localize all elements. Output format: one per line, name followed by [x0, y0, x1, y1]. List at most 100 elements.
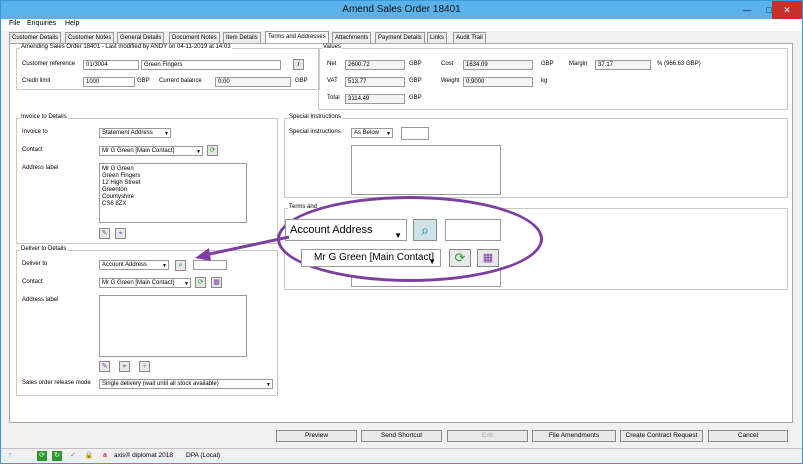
- header-info: Amending Sales Order 18401 - Last modifi…: [20, 44, 232, 50]
- info-icon[interactable]: i: [293, 59, 304, 70]
- customer-name-input[interactable]: Green Fingers: [141, 60, 281, 70]
- tab-attachments[interactable]: Attachments: [332, 32, 372, 43]
- address-line: CS6 8ZX: [102, 201, 127, 207]
- tab-general-details[interactable]: General Details: [117, 32, 165, 43]
- cost-currency: GBP: [541, 61, 554, 67]
- lock-icon[interactable]: 🔒: [84, 451, 94, 461]
- create-contract-request-button[interactable]: Create Contract Request: [620, 430, 703, 442]
- vat-label: VAT: [327, 78, 338, 84]
- callout-search-icon[interactable]: ⌕: [413, 219, 437, 241]
- scrollbar[interactable]: [794, 43, 801, 423]
- special-instructions-value: As Below: [354, 130, 380, 136]
- header-group: Amending Sales Order 18401 - Last modifi…: [16, 44, 320, 90]
- currency-label: GBP: [295, 78, 308, 84]
- invoice-to-label: Invoice to: [22, 129, 48, 135]
- edit-pencil-icon[interactable]: ✎: [99, 361, 110, 372]
- vat-currency: GBP: [409, 78, 422, 84]
- special-instructions-textarea[interactable]: [351, 145, 501, 195]
- invoice-to-select[interactable]: Statement Address ▼: [99, 128, 171, 138]
- net-currency: GBP: [409, 61, 422, 67]
- values-title: Values: [322, 44, 342, 50]
- deliver-to-value: Account Address: [102, 262, 148, 268]
- callout-refresh-icon[interactable]: ⟳: [449, 249, 471, 267]
- customer-reference-input[interactable]: 01/3004: [83, 60, 139, 70]
- arrow-up-icon: ↑: [8, 452, 12, 459]
- callout-contact-value: Mr G Green [Main Contact]: [314, 252, 435, 263]
- search-icon[interactable]: ⌕: [175, 260, 186, 271]
- deliver-contact-label: Contact: [22, 279, 43, 285]
- deliver-to-select[interactable]: Account Address ▼: [99, 260, 169, 270]
- app-window: Amend Sales Order 18401 — □ ✕ File Enqui…: [0, 0, 803, 464]
- cost-value: 1634.09: [463, 60, 533, 70]
- release-mode-value: Single delivery (wait until all stock av…: [102, 381, 219, 387]
- special-instructions-select[interactable]: As Below ▼: [351, 128, 393, 138]
- tab-links[interactable]: Links: [427, 32, 448, 43]
- tab-customer-details[interactable]: Customer Details: [9, 32, 62, 43]
- close-button[interactable]: ✕: [772, 1, 802, 19]
- edit-button[interactable]: Edit: [447, 430, 528, 442]
- deliver-address-textarea[interactable]: [99, 295, 247, 357]
- credit-limit-label: Credit limit: [22, 78, 51, 84]
- weight-value: 0.9000: [463, 77, 533, 87]
- send-shortcut-button[interactable]: Send Shortcut: [361, 430, 442, 442]
- minimize-button[interactable]: —: [736, 1, 758, 19]
- axis-logo-icon: a: [103, 452, 107, 459]
- refresh-icon[interactable]: ⟳: [195, 277, 206, 288]
- total-value: 3114.49: [345, 94, 405, 104]
- checklist-icon[interactable]: ✓: [68, 451, 78, 461]
- current-balance-label: Current balance: [159, 78, 202, 84]
- deliver-to-group: Deliver to Details Deliver to Account Ad…: [16, 246, 278, 396]
- special-instructions-code-input[interactable]: [401, 127, 429, 140]
- address-line: Green Fingers: [102, 173, 141, 179]
- preview-button[interactable]: Preview: [276, 430, 357, 442]
- special-instructions-group: Special Instructions Special instruction…: [284, 114, 788, 198]
- callout-deliver-to-select[interactable]: Account Address ▼: [285, 219, 407, 241]
- callout-code-input[interactable]: [445, 219, 501, 241]
- status-bar: ↑ ⟳ ↻ ✓ 🔒 a axis® diplomat 2018 DPA (Loc…: [1, 448, 802, 463]
- callout-contact-select[interactable]: Mr G Green [Main Contact] ▼: [301, 249, 441, 267]
- product-name: axis® diplomat 2018: [114, 452, 173, 459]
- release-mode-select[interactable]: Single delivery (wait until all stock av…: [99, 379, 273, 389]
- refresh-icon[interactable]: ⟳: [37, 451, 47, 461]
- chevron-down-icon: ▼: [266, 382, 271, 388]
- chevron-down-icon: ▼: [162, 263, 167, 269]
- release-mode-label: Sales order release mode: [22, 380, 91, 386]
- cost-label: Cost: [441, 61, 454, 67]
- special-instructions-title: Special Instructions: [288, 114, 343, 120]
- net-value: 2600.72: [345, 60, 405, 70]
- invoice-contact-select[interactable]: Mr G Green [Main Contact] ▼: [99, 146, 203, 156]
- net-label: Net: [327, 61, 337, 67]
- values-group: Values Net 2600.72 GBP Cost 1634.09 GBP …: [318, 44, 788, 110]
- cancel-button[interactable]: Cancel: [708, 430, 788, 442]
- callout-contact-card-icon[interactable]: ▦: [477, 249, 499, 267]
- tab-document-notes[interactable]: Document Notes: [169, 32, 220, 43]
- chevron-down-icon: ▼: [394, 231, 402, 240]
- file-amendments-button[interactable]: File Amendments: [532, 430, 616, 442]
- menu-enquiries[interactable]: Enquiries: [27, 20, 56, 27]
- credit-limit-input[interactable]: 1000: [83, 77, 135, 87]
- weight-label: Weight: [441, 78, 460, 84]
- margin-value: 37.17: [595, 60, 651, 70]
- edit-pencil-icon[interactable]: ✎: [99, 228, 110, 239]
- menu-help[interactable]: Help: [65, 20, 79, 27]
- location-pin-icon[interactable]: ⌖: [119, 361, 130, 372]
- deliver-address-label: Address label: [22, 297, 59, 303]
- tab-customer-notes[interactable]: Customer Notes: [65, 32, 115, 43]
- menu-bar: File Enquiries Help: [1, 19, 802, 31]
- tab-audit-trail[interactable]: Audit Trail: [453, 32, 486, 43]
- menu-file[interactable]: File: [9, 20, 20, 27]
- refresh-icon[interactable]: ⟳: [207, 145, 218, 156]
- add-icon[interactable]: +: [139, 361, 150, 372]
- window-title: Amend Sales Order 18401: [342, 4, 461, 15]
- invoice-to-title: Invoice to Details: [20, 114, 68, 120]
- sync-icon[interactable]: ↻: [52, 451, 62, 461]
- contact-card-icon[interactable]: ▦: [211, 277, 222, 288]
- callout-deliver-to-value: Account Address: [290, 224, 373, 236]
- title-bar: Amend Sales Order 18401 — □ ✕: [1, 1, 802, 19]
- tab-payment-details[interactable]: Payment Details: [375, 32, 425, 43]
- tab-terms-and-addresses[interactable]: Terms and Addresses: [265, 31, 329, 43]
- location-pin-icon[interactable]: ⌖: [115, 228, 126, 239]
- deliver-contact-select[interactable]: Mr G Green [Main Contact] ▼: [99, 278, 191, 288]
- invoice-address-textarea[interactable]: Mr G Green Green Fingers 12 High Street …: [99, 163, 247, 223]
- tab-item-details[interactable]: Item Details: [223, 32, 261, 43]
